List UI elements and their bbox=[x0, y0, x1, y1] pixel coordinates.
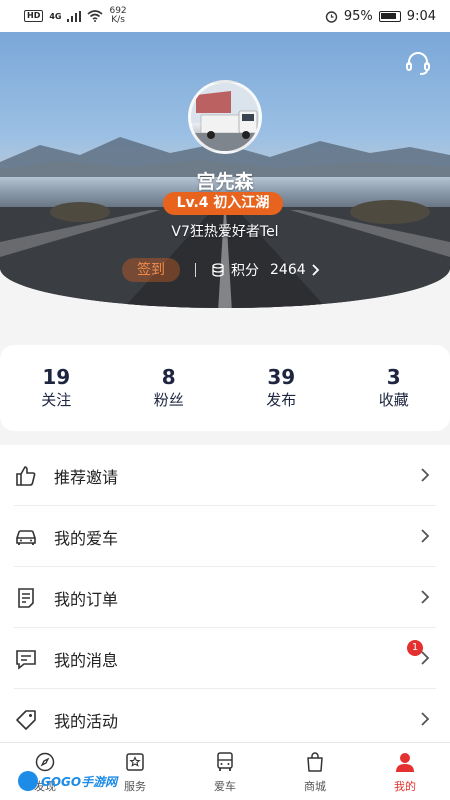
tag-icon bbox=[16, 709, 36, 730]
avatar[interactable] bbox=[188, 80, 262, 154]
stat-value: 8 bbox=[161, 365, 176, 389]
menu-item-my-car[interactable]: 我的爱车 bbox=[0, 506, 450, 567]
network-type: 4G bbox=[49, 11, 62, 21]
checkin-row: 签到 积分 2464 bbox=[122, 258, 321, 282]
menu-item-messages[interactable]: 我的消息 1 bbox=[0, 628, 450, 689]
menu-label: 推荐邀请 bbox=[54, 467, 119, 487]
chevron-right-icon bbox=[421, 529, 430, 543]
divider bbox=[195, 263, 196, 277]
order-icon bbox=[18, 587, 34, 608]
watermark-logo bbox=[18, 771, 38, 791]
tab-label: 我的 bbox=[394, 780, 416, 793]
thumbs-up-icon bbox=[16, 465, 36, 486]
checkin-button[interactable]: 签到 bbox=[122, 258, 180, 282]
stat-label: 关注 bbox=[41, 391, 72, 409]
stat-label: 收藏 bbox=[378, 391, 409, 409]
user-tag: V7狂热爱好者Tel bbox=[171, 224, 279, 240]
points-label: 积分 bbox=[231, 263, 259, 279]
watermark-text: GOGO手游网 bbox=[41, 774, 118, 789]
message-icon bbox=[16, 649, 36, 670]
menu-item-activities[interactable]: 我的活动 bbox=[0, 689, 450, 750]
points-value: 2464 bbox=[270, 262, 306, 278]
menu-label: 我的消息 bbox=[54, 650, 119, 670]
stat-fans[interactable]: 8 粉丝 bbox=[113, 345, 226, 431]
speed-unit: K/s bbox=[111, 15, 125, 25]
site-watermark: GOGO手游网 bbox=[18, 770, 117, 792]
points-link[interactable]: 积分 2464 bbox=[210, 260, 321, 280]
clock: 9:04 bbox=[406, 8, 436, 24]
chevron-right-icon bbox=[421, 712, 430, 726]
customer-service-icon[interactable] bbox=[404, 50, 432, 78]
stat-posts[interactable]: 39 发布 bbox=[225, 345, 338, 431]
battery-percent: 95% bbox=[343, 8, 373, 24]
level-badge[interactable]: Lv.4 初入江湖 bbox=[163, 192, 283, 215]
menu-list: 推荐邀请 我的爱车 我的订单 我的消息 1 我的活动 bbox=[0, 445, 450, 750]
battery-icon bbox=[378, 10, 401, 22]
user-name: 宫先森 bbox=[196, 171, 254, 193]
chevron-right-icon bbox=[421, 590, 430, 604]
hd-indicator: HD bbox=[24, 10, 44, 22]
wifi-icon bbox=[87, 10, 104, 22]
chevron-right-icon bbox=[312, 264, 319, 276]
stat-value: 3 bbox=[386, 365, 401, 389]
stat-value: 19 bbox=[42, 365, 71, 389]
stat-label: 粉丝 bbox=[153, 391, 184, 409]
service-icon bbox=[126, 753, 144, 771]
bag-icon bbox=[307, 752, 323, 772]
truck-icon bbox=[217, 752, 233, 771]
tab-my-car[interactable]: 爱车 bbox=[180, 743, 270, 800]
signal-icon bbox=[67, 10, 82, 22]
menu-label: 我的爱车 bbox=[54, 528, 119, 548]
tab-label: 服务 bbox=[124, 780, 146, 793]
tab-label: 商城 bbox=[304, 780, 326, 793]
person-icon bbox=[396, 753, 414, 772]
car-icon bbox=[16, 529, 36, 545]
menu-label: 我的活动 bbox=[54, 711, 119, 731]
tab-label: 爱车 bbox=[214, 780, 236, 793]
chevron-right-icon bbox=[421, 468, 430, 482]
stats-card: 19 关注 8 粉丝 39 发布 3 收藏 bbox=[0, 345, 450, 431]
stat-value: 39 bbox=[267, 365, 296, 389]
coins-icon bbox=[212, 263, 224, 277]
menu-item-orders[interactable]: 我的订单 bbox=[0, 567, 450, 628]
stat-following[interactable]: 19 关注 bbox=[0, 345, 113, 431]
stat-label: 发布 bbox=[266, 391, 297, 409]
tab-me[interactable]: 我的 bbox=[360, 743, 450, 800]
stat-favorites[interactable]: 3 收藏 bbox=[338, 345, 450, 431]
profile-header: 宫先森 Lv.4 初入江湖 V7狂热爱好者Tel 签到 积分 2464 bbox=[0, 32, 450, 308]
alarm-icon bbox=[325, 10, 338, 23]
menu-label: 我的订单 bbox=[54, 589, 119, 609]
menu-item-invite[interactable]: 推荐邀请 bbox=[0, 445, 450, 506]
chevron-right-icon bbox=[421, 651, 430, 665]
tab-mall[interactable]: 商城 bbox=[270, 743, 360, 800]
status-bar: HD 4G 692 K/s 95% 9:04 bbox=[0, 0, 450, 32]
network-speed: 692 K/s bbox=[109, 7, 126, 25]
